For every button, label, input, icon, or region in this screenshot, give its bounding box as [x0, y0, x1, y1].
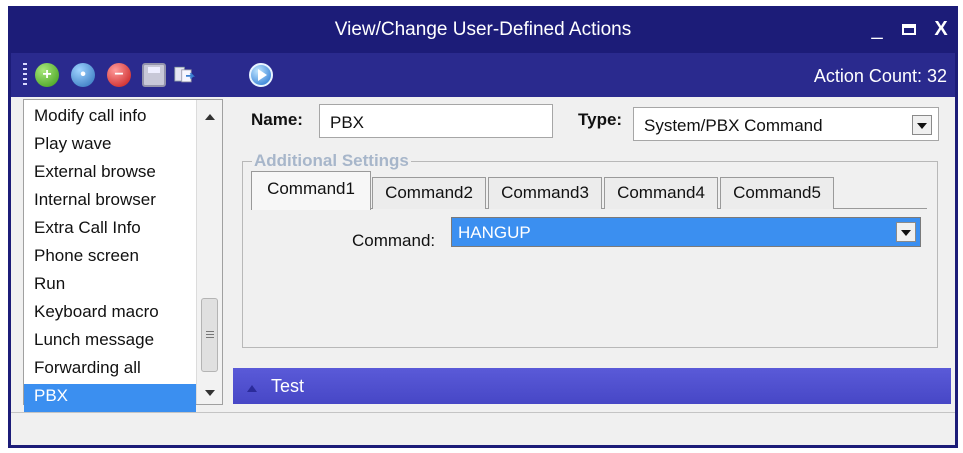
chevron-down-icon[interactable] — [896, 222, 916, 242]
maximize-button[interactable] — [895, 15, 923, 43]
chevron-down-icon[interactable] — [912, 115, 932, 135]
action-count: Action Count: 32 — [813, 66, 947, 86]
type-dropdown-value: System/PBX Command — [644, 116, 823, 135]
close-button[interactable]: X — [927, 15, 955, 43]
copy-icon[interactable]: • — [71, 63, 95, 87]
export-icon[interactable] — [174, 63, 198, 87]
add-icon[interactable]: + — [35, 63, 59, 87]
list-scrollbar[interactable] — [196, 100, 222, 404]
minimize-button[interactable]: _ — [863, 15, 891, 43]
run-icon[interactable] — [249, 63, 273, 87]
tab-command5[interactable]: Command5 — [720, 177, 834, 209]
toolbar-grip[interactable] — [23, 63, 27, 87]
name-field[interactable]: PBX — [319, 104, 553, 138]
command-label: Command: — [352, 231, 436, 250]
list-item[interactable]: Phone screen — [34, 244, 192, 272]
list-item-selected[interactable]: PBX — [24, 384, 196, 412]
tab-command1[interactable]: Command1 — [251, 171, 371, 210]
scroll-down-icon[interactable] — [205, 390, 215, 396]
test-label: Test — [271, 376, 305, 396]
command-dropdown[interactable]: HANGUP — [451, 217, 921, 247]
additional-settings-legend: Additional Settings — [252, 151, 411, 171]
list-item[interactable]: Modify call info — [34, 104, 192, 132]
list-item[interactable]: Run — [34, 272, 192, 300]
expand-arrow-icon[interactable] — [247, 385, 257, 392]
status-bar — [11, 412, 955, 445]
list-item[interactable]: Internal browser — [34, 188, 192, 216]
tab-command3[interactable]: Command3 — [488, 177, 602, 209]
scroll-thumb[interactable] — [201, 298, 218, 372]
name-label: Name: — [251, 110, 303, 129]
title-bar[interactable]: View/Change User-Defined Actions _ X — [11, 9, 955, 53]
tab-command4[interactable]: Command4 — [604, 177, 718, 209]
list-item[interactable]: Lunch message — [34, 328, 192, 356]
list-item[interactable]: Keyboard macro — [34, 300, 192, 328]
list-item[interactable]: Play wave — [34, 132, 192, 160]
command-dropdown-value: HANGUP — [458, 223, 531, 242]
window-title: View/Change User-Defined Actions — [334, 19, 632, 40]
list-item[interactable]: External browse — [34, 160, 192, 188]
delete-icon[interactable]: − — [107, 63, 131, 87]
actions-list[interactable]: Modify call info Play wave External brow… — [23, 99, 223, 412]
save-icon[interactable] — [142, 63, 166, 87]
test-panel-header[interactable]: Test — [233, 368, 951, 404]
grip-icon — [206, 331, 214, 340]
scroll-up-icon[interactable] — [205, 114, 215, 120]
type-dropdown[interactable]: System/PBX Command — [633, 107, 939, 141]
type-label: Type: — [578, 110, 623, 129]
maximize-icon — [902, 24, 916, 36]
list-item[interactable]: Forwarding all — [34, 356, 192, 384]
user-defined-actions-window: View/Change User-Defined Actions _ X + •… — [8, 6, 958, 448]
toolbar: + • − Action Count: 32 — [11, 53, 955, 97]
list-item[interactable]: Extra Call Info — [34, 216, 192, 244]
tab-command2[interactable]: Command2 — [372, 177, 486, 209]
